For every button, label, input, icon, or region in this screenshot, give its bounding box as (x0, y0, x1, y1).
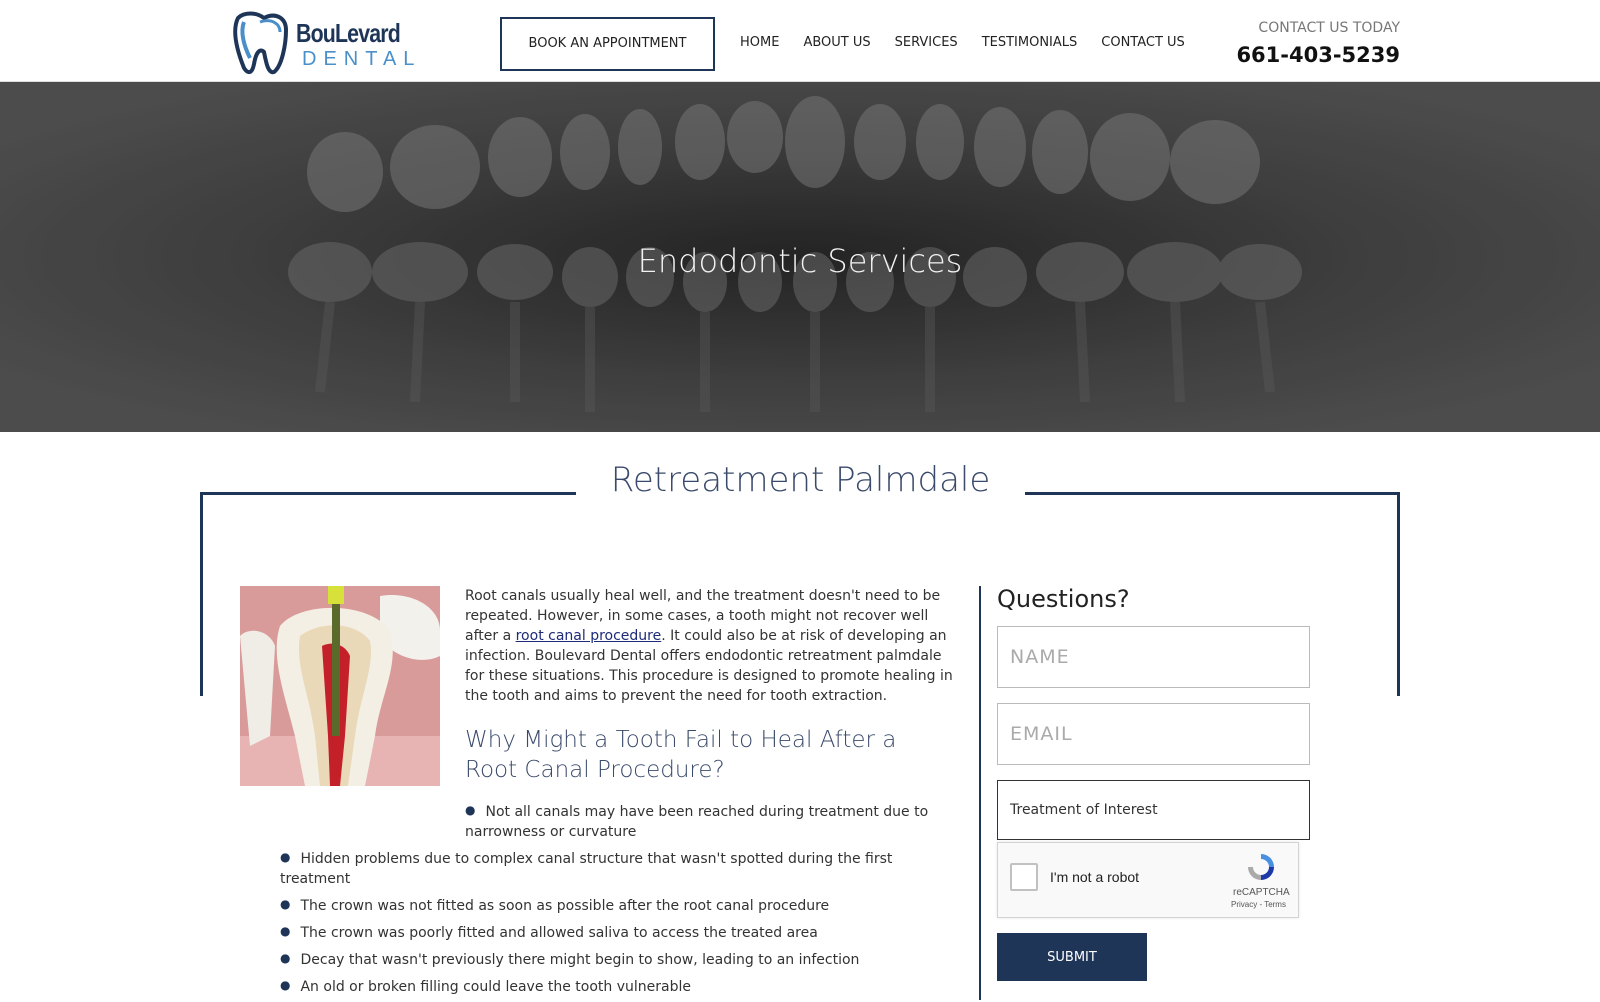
name-input[interactable] (997, 626, 1310, 688)
hero-title: Endodontic Services (637, 242, 963, 280)
list-item: ● Hidden problems due to complex canal st… (280, 850, 893, 887)
phone-number[interactable]: 661-403-5239 (1236, 43, 1400, 67)
list-item: ● The crown was poorly fitted and allowed… (280, 924, 818, 941)
treatment-of-interest-select[interactable]: Treatment of Interest (997, 780, 1310, 840)
nav-home[interactable]: HOME (740, 35, 779, 50)
book-appointment-button[interactable]: BOOK AN APPOINTMENT (500, 17, 715, 71)
tooth-cross-section-image (240, 586, 440, 786)
list-item: ● The crown was not fitted as soon as pos… (280, 897, 830, 914)
root-canal-procedure-link[interactable]: root canal procedure (516, 628, 662, 644)
recaptcha-widget: I'm not a robot reCAPTCHA Privacy - Term… (997, 842, 1299, 918)
submit-button[interactable]: SUBMIT (997, 933, 1147, 981)
recaptcha-icon (1248, 854, 1274, 880)
root-canal-illustration (240, 586, 440, 786)
form-divider (979, 586, 981, 1000)
bullet-icon: ● (280, 924, 291, 938)
boulevard-dental-logo[interactable]: BouLevard DENTAL (230, 8, 425, 78)
list-item: ● An old or broken filling could leave th… (280, 978, 692, 995)
hero-banner: Endodontic Services (0, 82, 1600, 432)
section-title: Retreatment Palmdale (610, 460, 991, 500)
bullet-icon: ● (280, 850, 291, 864)
bullet-icon: ● (280, 951, 291, 965)
site-header: BouLevard DENTAL BOOK AN APPOINTMENT HOM… (0, 0, 1600, 82)
section-frame-right (1397, 492, 1400, 696)
main-nav: HOME ABOUT US SERVICES TESTIMONIALS CONT… (740, 35, 1209, 50)
nav-contact-us[interactable]: CONTACT US (1101, 35, 1185, 50)
recaptcha-label: I'm not a robot (1050, 869, 1140, 885)
email-input[interactable] (997, 703, 1310, 765)
nav-services[interactable]: SERVICES (895, 35, 958, 50)
tooth-logo-icon (233, 11, 289, 75)
bullet-icon: ● (280, 897, 291, 911)
contact-today-label: CONTACT US TODAY (1258, 20, 1400, 36)
bullet-icon: ● (280, 978, 291, 992)
reasons-list: ● Not all canals may have been reached du… (280, 800, 960, 1002)
recaptcha-terms-link[interactable]: Privacy - Terms (1231, 900, 1286, 909)
list-item: ● Not all canals may have been reached du… (465, 803, 929, 840)
questions-heading: Questions? (997, 585, 1130, 613)
list-item: ● Decay that wasn't previously there migh… (280, 951, 860, 968)
section-frame-top-left (200, 492, 576, 495)
recaptcha-checkbox[interactable] (1010, 863, 1038, 891)
logo-text-dental: DENTAL (302, 48, 422, 70)
nav-testimonials[interactable]: TESTIMONIALS (982, 35, 1078, 50)
bullet-icon: ● (465, 803, 476, 817)
logo-text-boulevard: BouLevard (296, 18, 401, 48)
recaptcha-brand: reCAPTCHA (1233, 887, 1290, 898)
intro-paragraph: Root canals usually heal well, and the t… (465, 586, 955, 706)
why-fail-heading: Why Might a Tooth Fail to Heal After a R… (465, 727, 897, 783)
nav-about-us[interactable]: ABOUT US (803, 35, 870, 50)
section-frame-top-right (1025, 492, 1400, 495)
section-frame-left (200, 492, 203, 696)
